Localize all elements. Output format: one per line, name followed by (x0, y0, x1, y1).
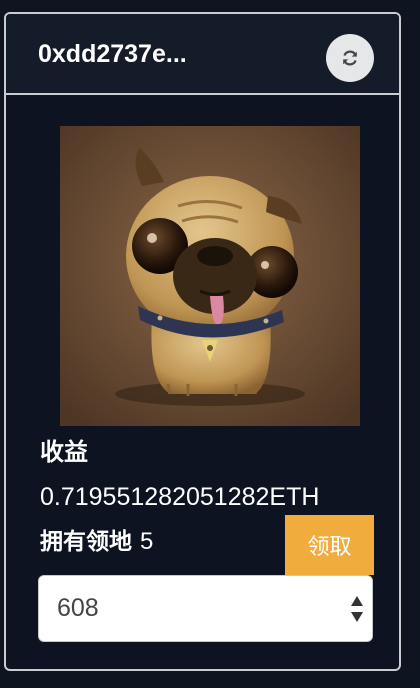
wallet-address: 0xdd2737e... (38, 40, 187, 68)
refresh-icon (343, 50, 357, 66)
land-select[interactable]: 608 (38, 575, 373, 642)
pug-image (60, 126, 360, 426)
earnings-label: 收益 (40, 438, 88, 466)
land-select-value: 608 (57, 594, 99, 622)
owned-lands-count: 5 (140, 528, 154, 555)
updown-arrows-icon (351, 596, 363, 622)
refresh-button[interactable] (326, 34, 374, 82)
card-header: 0xdd2737e... (6, 14, 399, 95)
claim-button[interactable]: 领取 (285, 515, 374, 575)
owned-lands: 拥有领地 5 (40, 522, 153, 556)
land-card: 0xdd2737e... 收益 0.719551282051282ETH 拥有领… (4, 12, 401, 671)
earnings-value: 0.719551282051282ETH (40, 483, 320, 511)
owned-lands-label: 拥有领地 (40, 529, 132, 555)
